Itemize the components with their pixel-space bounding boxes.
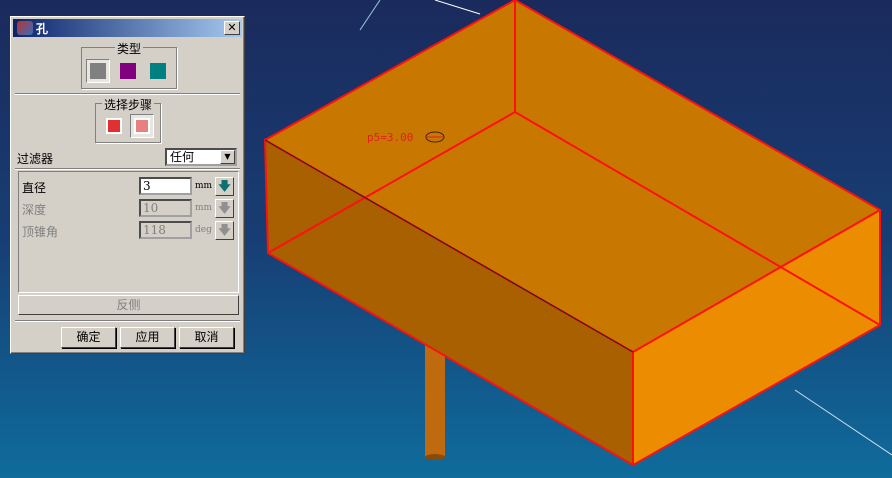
hole-dialog: 孔 ✕ 类型 选择步骤 过滤器 任何 ▼ 直径 3 mm 🡇 深度 10 mm 🡇… (10, 16, 245, 354)
countersink-hole-button[interactable] (146, 59, 170, 83)
param-row-depth: 深度 10 mm 🡇 (22, 199, 236, 219)
selection-step-group: 选择步骤 (95, 98, 161, 143)
simple-hole-icon (90, 63, 106, 79)
axis-line (794, 389, 892, 456)
pin-cylinder (425, 345, 445, 457)
tip-angle-options-button[interactable]: 🡇 (215, 221, 234, 240)
app-icon (17, 21, 33, 35)
diameter-options-button[interactable]: 🡇 (215, 177, 234, 196)
diameter-label: 直径 (22, 181, 47, 195)
tip-angle-unit: deg (195, 225, 212, 235)
flip-side-button[interactable]: 反侧 (18, 295, 239, 315)
counterbore-hole-button[interactable] (116, 59, 140, 83)
divider (15, 168, 240, 170)
counterbore-hole-icon (120, 63, 136, 79)
placement-face-step-button[interactable] (102, 114, 126, 138)
depth-label: 深度 (22, 203, 47, 217)
tip-angle-input[interactable]: 118 (139, 221, 192, 239)
depth-options-button[interactable]: 🡇 (215, 199, 234, 218)
axis-line (434, 0, 481, 15)
thru-face-step-button[interactable] (130, 114, 154, 138)
cancel-button[interactable]: 取消 (179, 327, 234, 348)
filter-select[interactable]: 任何 ▼ (165, 148, 237, 166)
dialog-title: 孔 (36, 21, 49, 36)
diameter-input[interactable]: 3 (139, 177, 192, 195)
hole-dimension-label: p5=3.00 (367, 131, 413, 144)
apply-button[interactable]: 应用 (120, 327, 175, 348)
simple-hole-button[interactable] (86, 59, 110, 83)
close-button[interactable]: ✕ (224, 21, 240, 35)
axis-line (359, 0, 381, 31)
selection-step-label: 选择步骤 (101, 98, 154, 112)
diameter-unit: mm (195, 181, 213, 191)
thru-face-step-icon (134, 118, 150, 134)
depth-unit: mm (195, 203, 213, 213)
face-step-icon (106, 118, 122, 134)
type-group-label: 类型 (114, 42, 143, 56)
pin-cylinder-end (425, 454, 445, 460)
ok-button[interactable]: 确定 (61, 327, 116, 348)
divider (15, 93, 240, 95)
parameters-panel: 直径 3 mm 🡇 深度 10 mm 🡇 顶锥角 118 deg 🡇 (18, 171, 239, 293)
tip-angle-label: 顶锥角 (22, 225, 59, 239)
divider (15, 320, 240, 322)
param-row-tip-angle: 顶锥角 118 deg 🡇 (22, 221, 236, 241)
countersink-hole-icon (150, 63, 166, 79)
dialog-titlebar[interactable]: 孔 (13, 19, 242, 37)
filter-value: 任何 (170, 150, 195, 164)
filter-label: 过滤器 (17, 152, 54, 166)
param-row-diameter: 直径 3 mm 🡇 (22, 177, 236, 197)
chevron-down-icon[interactable]: ▼ (220, 150, 235, 164)
type-group: 类型 (81, 42, 177, 89)
depth-input[interactable]: 10 (139, 199, 192, 217)
